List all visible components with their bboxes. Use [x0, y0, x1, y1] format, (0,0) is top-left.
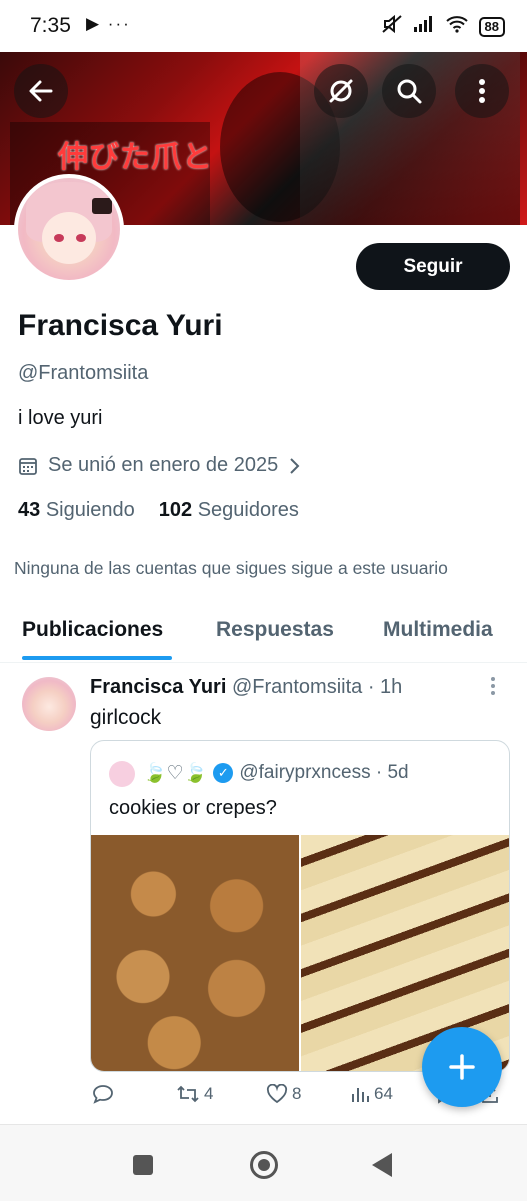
like-count: 8 [292, 1084, 302, 1103]
quote-header: 🍃♡🍃 ✓ @fairyprxncess · 5d [143, 761, 409, 785]
grok-icon [329, 79, 353, 103]
quote-text: cookies or crepes? [109, 797, 277, 819]
profile-bio: i love yuri [18, 407, 103, 429]
grok-button[interactable] [314, 64, 368, 118]
compose-post-button[interactable] [422, 1027, 502, 1107]
followers-count: 102 [158, 499, 193, 521]
banner-text: 伸びた爪と [58, 141, 213, 174]
wifi-icon [445, 15, 469, 38]
more-vertical-icon [479, 79, 485, 103]
more-vertical-icon [491, 677, 495, 695]
status-time: 7:35 [30, 14, 71, 37]
avatar-ribbon [92, 198, 112, 214]
reply-icon [93, 1085, 113, 1104]
retweet-count: 4 [204, 1084, 214, 1103]
battery-indicator: 88 [478, 16, 505, 37]
tab-multimedia[interactable]: Multimedia [383, 618, 493, 642]
views-button[interactable]: 64 [350, 1084, 393, 1104]
following-count: 43 [18, 499, 41, 521]
following-label: Siguiendo [45, 499, 135, 521]
verified-badge-icon: ✓ [213, 763, 234, 783]
joined-date-text: Se unió en enero de 2025 [48, 454, 279, 476]
home-dot-icon [258, 1159, 270, 1171]
following-link[interactable]: 43 Siguiendo [18, 499, 135, 522]
avatar-image [18, 178, 120, 280]
followers-link[interactable]: 102 Seguidores [159, 499, 299, 522]
status-notification-icons: ▶ ··· [86, 14, 131, 33]
more-options-button[interactable] [455, 64, 509, 118]
cookies-image[interactable] [91, 835, 299, 1071]
recent-apps-button[interactable] [133, 1155, 153, 1175]
post-author-name[interactable]: Francisca Yuri [90, 676, 226, 698]
reply-button[interactable] [92, 1084, 114, 1104]
profile-tabs: Publicaciones Respuestas Multimedia [0, 600, 527, 663]
views-chart-icon [352, 1088, 369, 1102]
avatar-face [42, 212, 96, 264]
post-author-avatar[interactable] [22, 677, 76, 731]
post-header: Francisca Yuri @Frantomsiita · 1h [90, 676, 402, 699]
quote-author-meta: @fairyprxncess · 5d [239, 762, 409, 783]
arrow-left-icon [29, 80, 53, 102]
signal-icon [413, 15, 435, 38]
view-count: 64 [374, 1084, 393, 1103]
quote-author-name: 🍃♡🍃 [143, 763, 208, 784]
retweet-button[interactable]: 4 [176, 1084, 213, 1104]
profile-handle: @Frantomsiita [18, 362, 149, 384]
tab-publicaciones[interactable]: Publicaciones [22, 618, 163, 642]
heart-icon [266, 1084, 288, 1104]
avatar-eye [54, 234, 64, 242]
search-button[interactable] [382, 64, 436, 118]
joined-date-row[interactable]: Se unió en enero de 2025 [18, 454, 300, 477]
post-text: girlcock [90, 706, 162, 729]
profile-avatar[interactable] [14, 174, 124, 284]
calendar-icon [19, 457, 37, 475]
profile-name: Francisca Yuri [18, 309, 223, 342]
mutual-followers-text: Ninguna de las cuentas que sigues sigue … [14, 558, 448, 578]
like-button[interactable]: 8 [266, 1084, 301, 1104]
chevron-right-icon [290, 457, 300, 474]
tab-respuestas[interactable]: Respuestas [216, 618, 334, 642]
search-icon [397, 79, 422, 104]
quoted-post[interactable]: 🍃♡🍃 ✓ @fairyprxncess · 5d cookies or cre… [90, 740, 510, 1072]
followers-label: Seguidores [197, 499, 299, 521]
mute-icon [381, 14, 403, 39]
active-tab-indicator [22, 656, 172, 660]
retweet-icon [177, 1085, 199, 1103]
quote-author-avatar [109, 761, 135, 787]
post-author-meta: @Frantomsiita · 1h [231, 676, 403, 698]
follow-counts: 43 Siguiendo 102 Seguidores [18, 499, 299, 522]
status-right-icons: 88 [381, 14, 505, 39]
post-more-button[interactable] [490, 676, 496, 702]
follow-button[interactable]: Seguir [356, 243, 510, 290]
back-button[interactable] [14, 64, 68, 118]
avatar-eye [76, 234, 86, 242]
system-back-button[interactable] [372, 1153, 392, 1177]
plus-icon [449, 1054, 475, 1080]
